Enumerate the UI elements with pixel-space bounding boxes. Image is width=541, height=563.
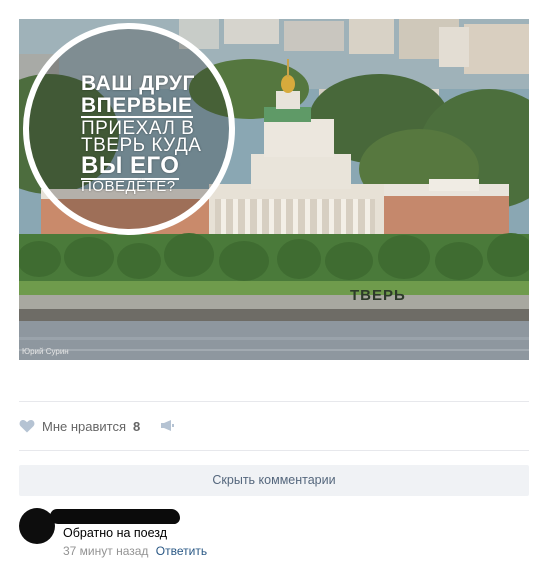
like-button[interactable]: Мне нравится 8 [19, 417, 140, 435]
redacted-author-name [50, 509, 180, 524]
share-button[interactable] [159, 417, 175, 438]
comment-text: Обратно на поезд [63, 526, 168, 540]
comment-meta: 37 минут назад Ответить [63, 544, 207, 558]
comment-time[interactable]: 37 минут назад [63, 544, 148, 558]
circle-line-6: ПОВЕДЁТЕ? [81, 178, 176, 195]
divider-top [19, 401, 529, 402]
divider-bottom [19, 450, 529, 451]
hide-comments-button[interactable]: Скрыть комментарии [19, 465, 529, 496]
tver-sign: ТВЕРЬ [350, 287, 406, 304]
heart-icon [19, 419, 35, 433]
circle-line-5: ВЫ ЕГО [81, 152, 180, 180]
megaphone-icon [161, 420, 174, 431]
like-label: Мне нравится [42, 418, 127, 434]
circle-line-2: ВПЕРВЫЕ [81, 94, 193, 118]
post-image[interactable]: ВАШ ДРУГ ВПЕРВЫЕ ПРИЕХАЛ В ТВЕРЬ КУДА ВЫ… [19, 19, 529, 360]
circle-line-1: ВАШ ДРУГ [81, 72, 195, 95]
photo-credit: Юрий Сурин [22, 347, 69, 356]
like-count: 8 [133, 418, 141, 434]
reply-link[interactable]: Ответить [156, 544, 207, 558]
